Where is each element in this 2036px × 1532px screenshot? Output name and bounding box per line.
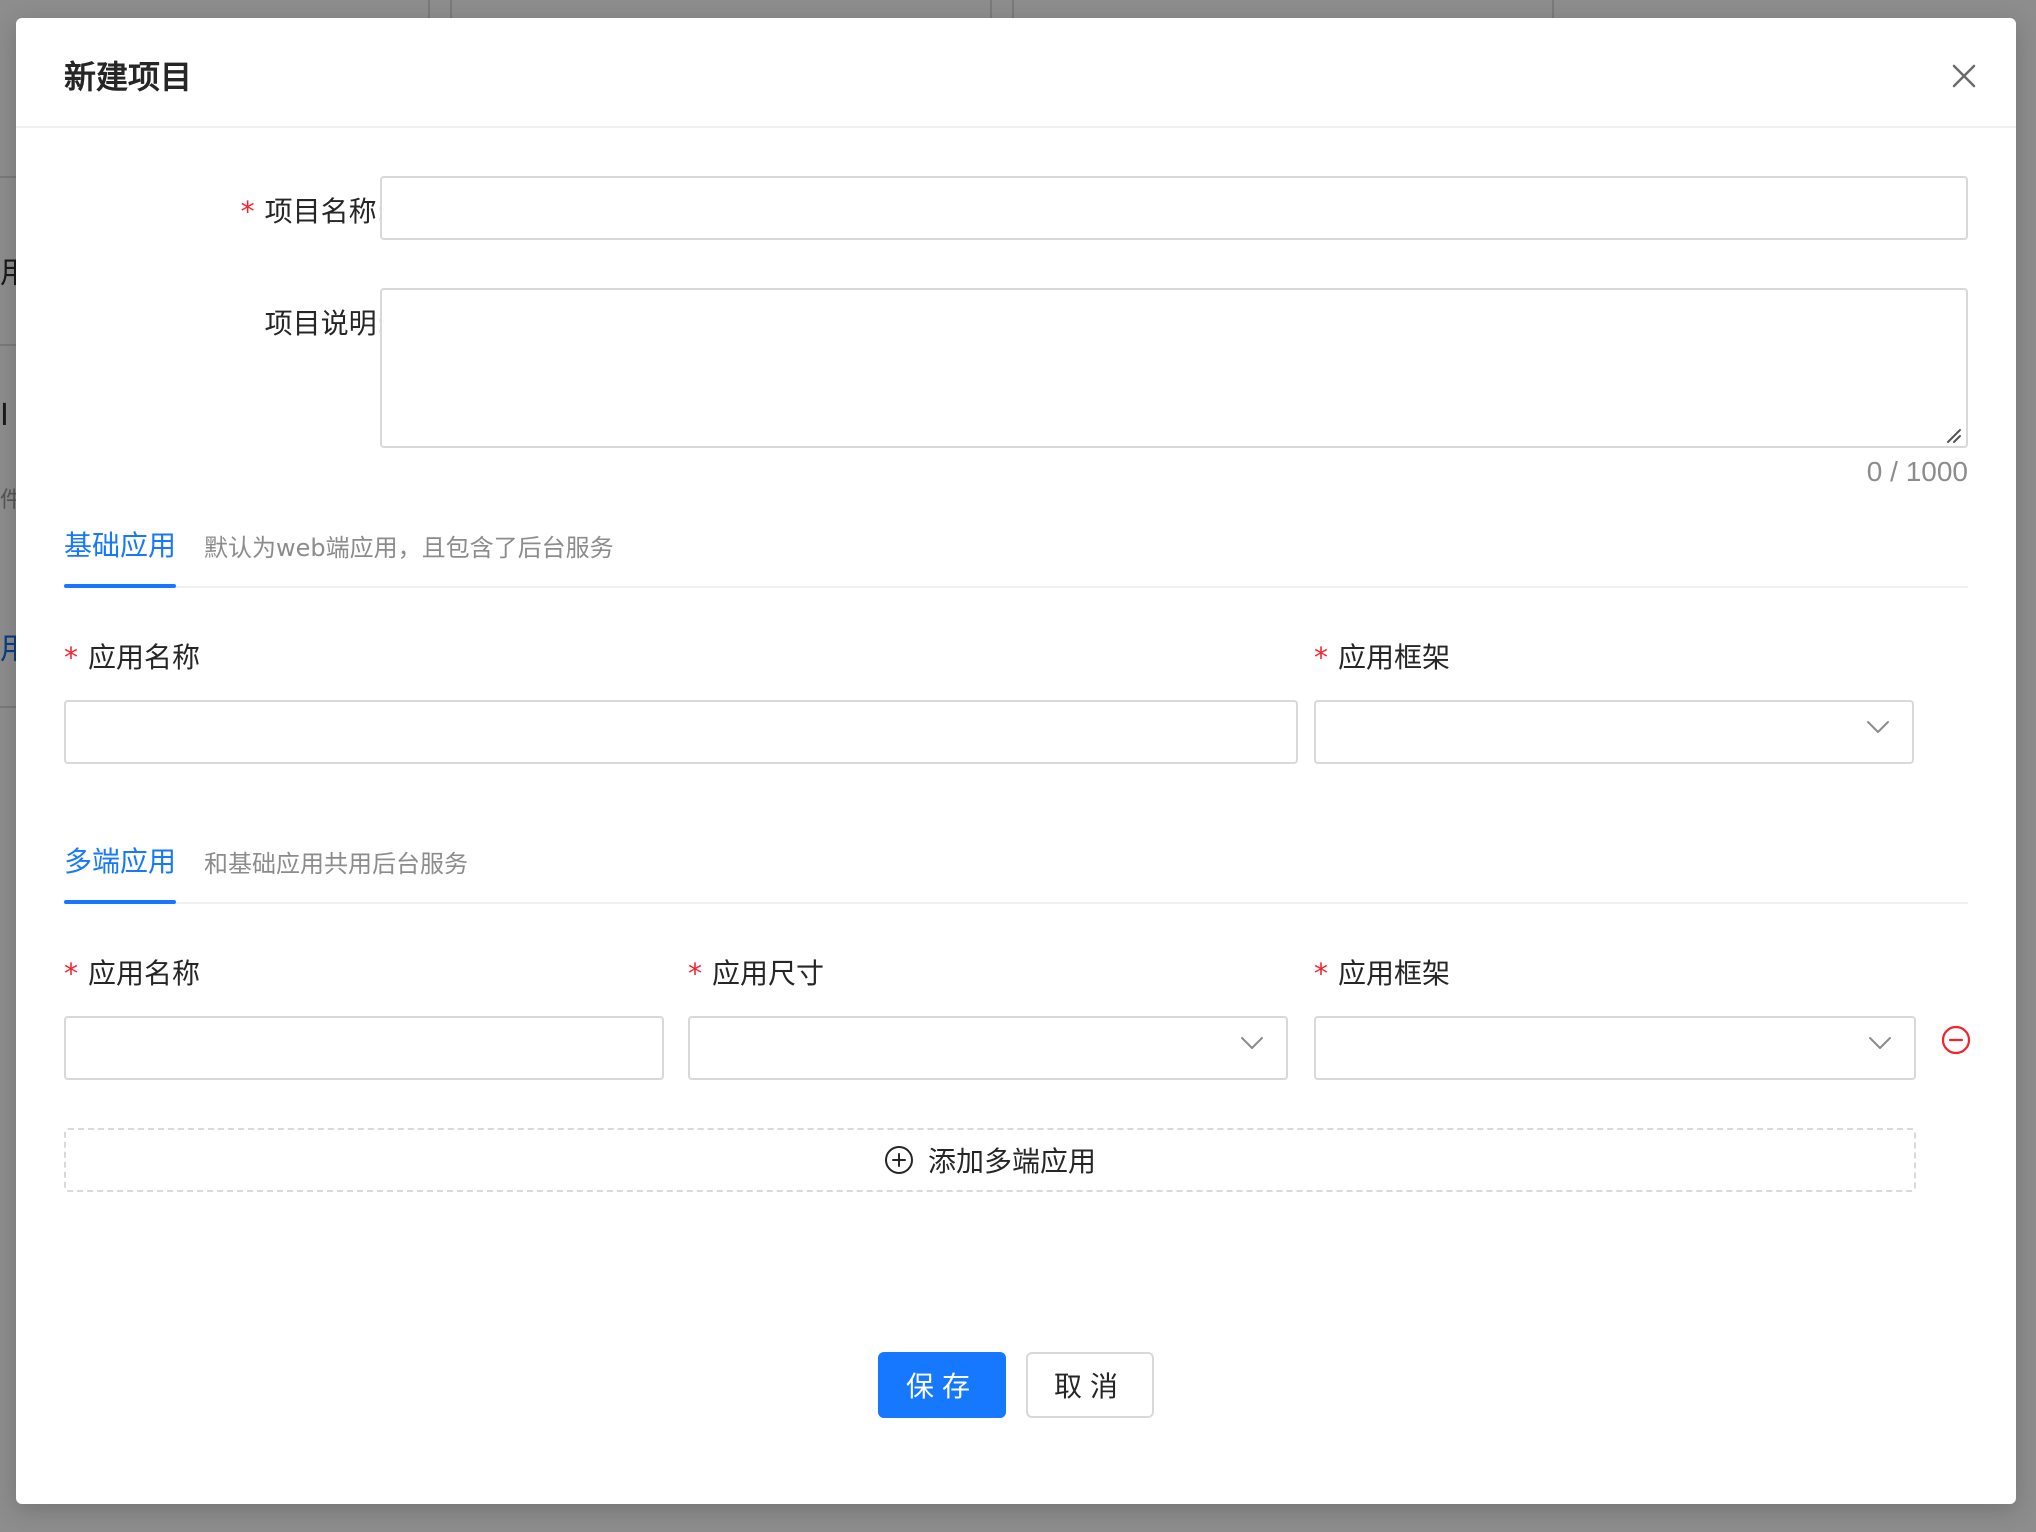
background-text: 用 (0, 256, 16, 291)
required-mark: * (64, 641, 78, 674)
save-button[interactable]: 保存 (878, 1352, 1006, 1418)
chevron-down-icon (1241, 1037, 1263, 1049)
multi-app-framework-label: * 应用框架 (1314, 952, 1450, 992)
required-mark: * (240, 195, 255, 228)
background-text: I (0, 398, 9, 433)
required-mark: * (64, 957, 78, 990)
project-name-label: * 项目名称: (116, 190, 386, 230)
multi-app-size-label-text: 应用尺寸 (712, 957, 825, 990)
add-multi-app-content: 添加多端应用 (66, 1130, 1914, 1190)
background-line (0, 176, 16, 178)
new-project-modal: 新建项目 * 项目名称: 项目说明: 0 / 1000 基础应用 默认为web端应… (16, 18, 2016, 1504)
basic-app-framework-select[interactable] (1314, 700, 1914, 764)
project-desc-textarea[interactable] (380, 288, 1968, 448)
section-divider (64, 902, 1968, 904)
multi-app-framework-label-text: 应用框架 (1338, 957, 1451, 990)
background-divider (990, 0, 992, 18)
project-name-input[interactable] (380, 176, 1968, 240)
background-link: 用 (0, 632, 16, 667)
background-divider (1012, 0, 1014, 18)
multi-app-name-label-text: 应用名称 (88, 957, 201, 990)
basic-app-description: 默认为web端应用，且包含了后台服务 (204, 534, 614, 562)
background-divider (450, 0, 452, 18)
background-text: 件 (0, 488, 16, 513)
modal-header: 新建项目 (16, 18, 2016, 128)
resize-grip-icon[interactable] (1944, 426, 1962, 444)
background-line (0, 344, 16, 346)
add-multi-app-label: 添加多端应用 (927, 1145, 1096, 1178)
multi-app-framework-select[interactable] (1314, 1016, 1916, 1080)
basic-app-name-input[interactable] (64, 700, 1298, 764)
close-icon[interactable] (1944, 56, 1984, 96)
multi-app-description: 和基础应用共用后台服务 (204, 850, 468, 878)
multi-app-name-input[interactable] (64, 1016, 664, 1080)
basic-app-framework-label: * 应用框架 (1314, 636, 1450, 676)
basic-app-name-label-text: 应用名称 (88, 641, 201, 674)
tab-active-indicator (64, 900, 176, 904)
add-multi-app-button[interactable]: 添加多端应用 (64, 1128, 1916, 1192)
multi-app-size-select[interactable] (688, 1016, 1288, 1080)
tab-multi-app[interactable]: 多端应用 (64, 840, 176, 880)
chevron-down-icon (1869, 1037, 1891, 1049)
required-mark: * (1314, 957, 1328, 990)
background-line (0, 706, 16, 708)
multi-app-name-label: * 应用名称 (64, 952, 200, 992)
project-desc-label-text: 项目说明: (264, 307, 386, 340)
minus-circle-icon[interactable] (1940, 1024, 1972, 1056)
required-mark: * (1314, 641, 1328, 674)
required-mark: * (688, 957, 702, 990)
multi-app-size-label: * 应用尺寸 (688, 952, 824, 992)
background-divider (1552, 0, 1554, 18)
project-desc-label: 项目说明: (116, 302, 386, 342)
plus-circle-icon (884, 1146, 913, 1174)
modal-title: 新建项目 (64, 58, 193, 96)
tab-active-indicator (64, 584, 176, 588)
background-divider (428, 0, 430, 18)
chevron-down-icon (1867, 721, 1889, 733)
tab-basic-app[interactable]: 基础应用 (64, 524, 176, 564)
desc-char-counter: 0 / 1000 (1866, 456, 1968, 487)
basic-app-name-label: * 应用名称 (64, 636, 200, 676)
project-name-label-text: 项目名称: (264, 195, 386, 228)
cancel-button[interactable]: 取消 (1026, 1352, 1154, 1418)
basic-app-framework-label-text: 应用框架 (1338, 641, 1451, 674)
section-divider (64, 586, 1968, 588)
